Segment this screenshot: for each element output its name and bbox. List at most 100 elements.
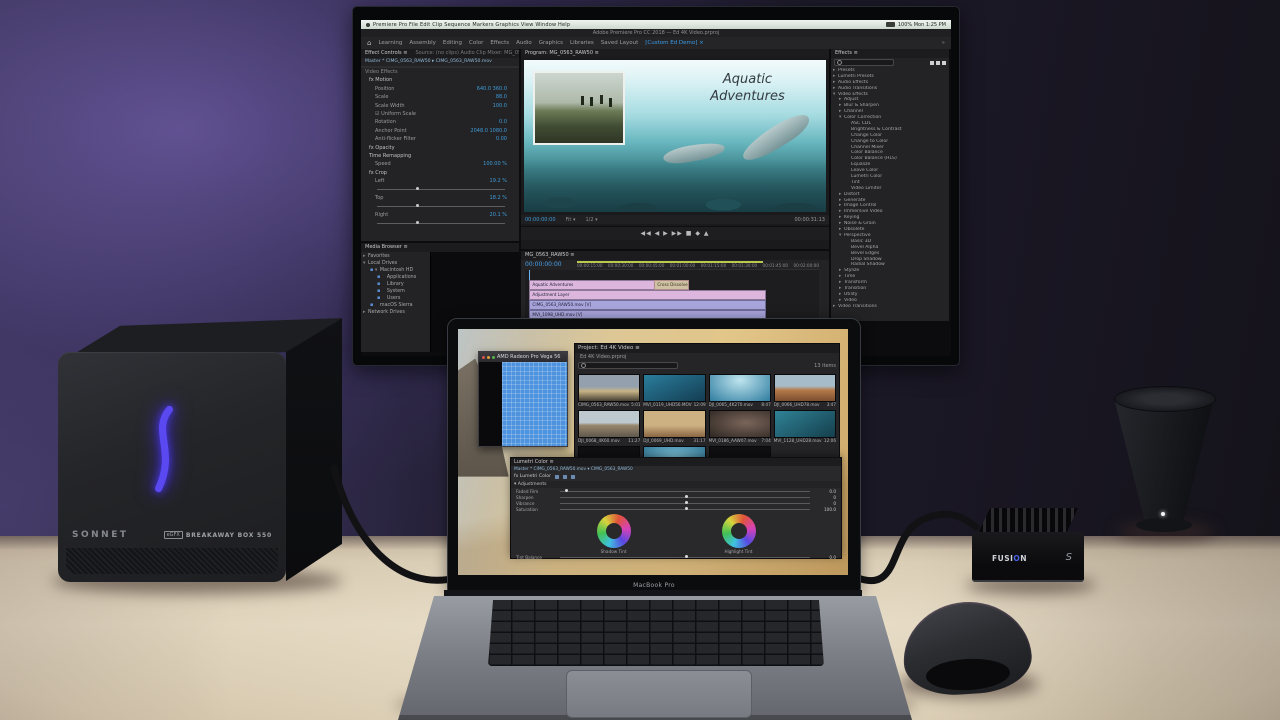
macos-menu-bar[interactable]: Premiere Pro File Edit Clip Sequence Mar…: [361, 20, 951, 29]
clip-thumbnail[interactable]: [643, 374, 705, 402]
slider-track[interactable]: [560, 497, 810, 498]
resolution-dropdown[interactable]: 1/2 ▾: [585, 217, 597, 223]
tab-sequence[interactable]: MG_0563_RAW50 ≡: [525, 251, 574, 260]
property-value[interactable]: [507, 152, 519, 160]
property-value[interactable]: [507, 169, 519, 177]
timeline-clip[interactable]: Adjustment Layer: [529, 290, 765, 300]
effect-property-row[interactable]: Time Remapping: [361, 152, 519, 160]
timeline-ruler[interactable]: 00:00:15:0000:00:30:0000:00:45:0000:01:0…: [577, 260, 819, 270]
gpu-history-window[interactable]: AMD Radeon Pro Vega 56: [478, 351, 568, 447]
effect-property-row[interactable]: fx Crop: [361, 169, 519, 177]
clip-cell[interactable]: DJI_0066_UHD78.mov3:47: [774, 374, 836, 407]
effect-property-row[interactable]: Scale88.0: [361, 93, 519, 101]
close-icon[interactable]: [482, 356, 485, 359]
clip-cell[interactable]: CIMG_0563_RAW50.mov5:01: [578, 374, 640, 407]
color-wheel[interactable]: [722, 514, 756, 548]
property-value[interactable]: [507, 144, 519, 152]
workspace-tab[interactable]: Assembly: [409, 40, 436, 46]
property-value[interactable]: 20.1 %: [490, 211, 519, 219]
clip-thumbnail[interactable]: [774, 410, 836, 438]
property-value[interactable]: [507, 202, 519, 210]
menu-bar-status[interactable]: 100% Mon 1:25 PM: [898, 22, 946, 28]
property-value[interactable]: 100.0: [493, 102, 519, 110]
clip-thumbnail[interactable]: [578, 374, 640, 402]
slider-track[interactable]: [560, 503, 810, 504]
slider-value[interactable]: 0.0: [810, 489, 836, 494]
effect-property-row[interactable]: Anti-flicker Filter0.00: [361, 135, 519, 143]
tint-balance-row[interactable]: Tint Balance 0.0: [511, 554, 841, 560]
effects-search-input[interactable]: [834, 59, 894, 66]
media-browser-item[interactable]: ▾Local Drives: [363, 260, 426, 267]
transport-controls[interactable]: ◀◀ ◀ ▶ ▶▶ ■ ◆ ▲: [521, 226, 829, 240]
property-value[interactable]: 88.0: [496, 93, 519, 101]
effect-property-row[interactable]: Position640.0 360.0: [361, 85, 519, 93]
media-browser-item[interactable]: ▸Favorites: [363, 253, 426, 260]
effect-property-row[interactable]: Right20.1 %: [361, 211, 519, 219]
workspace-tab[interactable]: Libraries: [570, 40, 594, 46]
property-value[interactable]: 100.00 %: [483, 160, 519, 168]
effect-property-row[interactable]: [361, 202, 519, 210]
color-wheel[interactable]: [597, 514, 631, 548]
media-browser-item[interactable]: macOS Sierra: [363, 302, 426, 309]
clip-thumbnail[interactable]: [709, 410, 771, 438]
balance-track[interactable]: [560, 557, 810, 558]
slider-track[interactable]: [560, 509, 810, 510]
effect-property-row[interactable]: Anchor Point2048.0 1080.0: [361, 127, 519, 135]
clip-cell[interactable]: DJI_0068_4K60.mov11:27: [578, 410, 640, 443]
property-value[interactable]: [507, 110, 519, 118]
workspace-tab[interactable]: Audio: [516, 40, 532, 46]
effect-property-row[interactable]: Rotation0.0: [361, 118, 519, 126]
fit-dropdown[interactable]: Fit ▾: [566, 217, 576, 223]
effect-property-row[interactable]: ☑ Uniform Scale: [361, 110, 519, 118]
clip-thumbnail[interactable]: [709, 374, 771, 402]
property-value[interactable]: 0.00: [496, 135, 519, 143]
workspace-tab[interactable]: Effects: [490, 40, 509, 46]
tab-media-browser[interactable]: Media Browser ≡: [365, 243, 408, 252]
effect-property-row[interactable]: Left19.2 %: [361, 177, 519, 185]
balance-value[interactable]: 0.0: [810, 555, 836, 560]
slider-track[interactable]: [560, 491, 810, 492]
media-browser-item[interactable]: ▾Macintosh HD: [363, 267, 426, 274]
project-panel-tab[interactable]: Project: Ed 4K Video ≡: [575, 344, 839, 353]
gpu-window-titlebar[interactable]: AMD Radeon Pro Vega 56: [479, 352, 567, 362]
workspace-tab[interactable]: Editing: [443, 40, 462, 46]
effect-property-row[interactable]: fx Opacity: [361, 144, 519, 152]
minimize-icon[interactable]: [487, 356, 490, 359]
slider-value[interactable]: 0: [810, 495, 836, 500]
effect-property-row[interactable]: Speed100.00 %: [361, 160, 519, 168]
tab-overflow-icon[interactable]: »: [942, 40, 945, 46]
tab-others[interactable]: Source: (no clips) Audio Clip Mixer: MG_…: [415, 49, 519, 58]
zoom-icon[interactable]: [492, 356, 495, 359]
timeline-clip[interactable]: CIMG_0563_RAW50.mov [V]: [529, 300, 765, 310]
property-value[interactable]: 640.0 360.0: [477, 85, 519, 93]
clip-cell[interactable]: DJI_0065_4K270.mov8:47: [709, 374, 771, 407]
clip-cell[interactable]: MVI_0186_AAW07.mov7:04: [709, 410, 771, 443]
effects-filter-badges[interactable]: [930, 61, 946, 65]
project-search-input[interactable]: [578, 362, 678, 369]
slider-value[interactable]: 100.0: [810, 507, 836, 512]
clip-cell[interactable]: MVI_0119_UHD56.MOV12:09: [643, 374, 705, 407]
menu-bar-items[interactable]: Premiere Pro File Edit Clip Sequence Mar…: [373, 22, 883, 28]
media-browser-item[interactable]: Users: [363, 295, 426, 302]
lumetri-fx-label[interactable]: fx Lumetri Color: [514, 473, 551, 481]
media-browser-item[interactable]: Library: [363, 281, 426, 288]
media-browser-item[interactable]: System: [363, 288, 426, 295]
clip-cell[interactable]: MVI_1128_UHD28.mov12:06: [774, 410, 836, 443]
effect-property-row[interactable]: [361, 185, 519, 193]
project-bin-path[interactable]: Ed 4K Video.prproj: [575, 353, 839, 361]
tab-effect-controls[interactable]: Effect Controls ≡: [365, 49, 407, 58]
slider-value[interactable]: 0: [810, 501, 836, 506]
property-value[interactable]: [507, 185, 519, 193]
property-value[interactable]: 2048.0 1080.0: [470, 127, 519, 135]
clip-thumbnail[interactable]: [643, 410, 705, 438]
lumetri-section-header[interactable]: ▾ Adjustments: [511, 481, 841, 488]
tab-effects[interactable]: Effects ≡: [835, 49, 858, 58]
tab-program[interactable]: Program: MG_0563_RAW50 ≡: [525, 49, 599, 58]
program-timecode[interactable]: 00:00:00:00: [525, 217, 556, 223]
clip-thumbnail[interactable]: [774, 374, 836, 402]
effects-tree-item[interactable]: ▸Video Transitions: [831, 304, 949, 310]
clip-thumbnail[interactable]: [578, 410, 640, 438]
lumetri-tab[interactable]: Lumetri Color ≡: [511, 458, 841, 466]
workspace-tab[interactable]: Saved Layout: [601, 40, 638, 46]
workspace-tab[interactable]: [Custom Ed Demo] ×: [645, 40, 704, 46]
